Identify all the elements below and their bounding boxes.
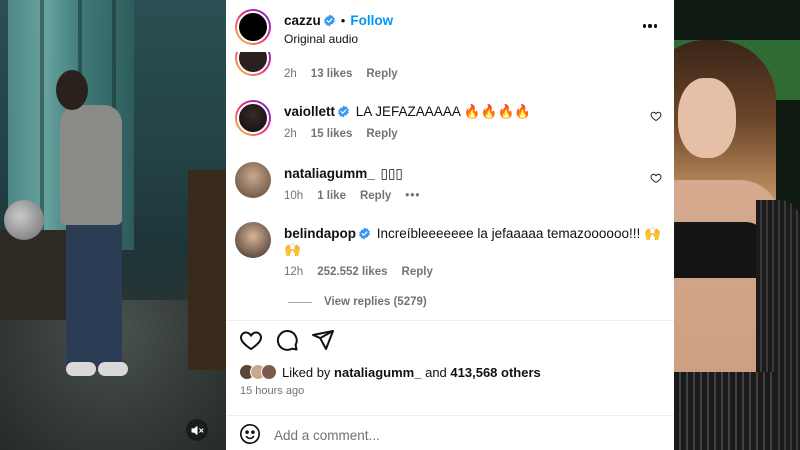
comment-meta: 12h 252.552 likes Reply: [284, 266, 433, 278]
chair: [0, 230, 70, 320]
comment-likes[interactable]: 1 like: [317, 190, 346, 202]
separator-dot: •: [340, 13, 346, 28]
author-line: cazzu • Follow: [284, 13, 393, 28]
liked-by-user[interactable]: nataliagumm_: [334, 365, 421, 380]
comment-time: 2h: [284, 128, 297, 140]
reply-button[interactable]: Reply: [366, 68, 397, 80]
kettle: [4, 200, 44, 240]
instagram-post-panel: cazzu • Follow Original audio 2h 13 like…: [226, 0, 674, 450]
person-legs: [66, 220, 122, 370]
comment-body: Increíbleeeeeee la jefaaaaa temazoooooo!…: [376, 226, 661, 241]
liked-by-summary: Liked by nataliagumm_ and 413,568 others: [239, 364, 541, 380]
author-avatar[interactable]: [235, 9, 271, 45]
comment-body-continued: 🙌: [284, 242, 301, 257]
comment-time: 10h: [284, 190, 304, 202]
comment-time: 12h: [284, 266, 304, 278]
reply-button[interactable]: Reply: [366, 128, 397, 140]
liked-by-text: Liked by nataliagumm_ and 413,568 others: [282, 365, 541, 380]
person-body: [60, 105, 122, 225]
comment-avatar[interactable]: [235, 162, 271, 198]
comment-more-button[interactable]: •••: [405, 190, 420, 202]
add-comment-row: [226, 415, 674, 450]
comment-text-line-2: 🙌: [284, 242, 301, 258]
person-head: [56, 70, 88, 110]
heart-icon[interactable]: [650, 110, 662, 122]
follow-button[interactable]: Follow: [350, 13, 393, 28]
comment-likes[interactable]: 252.552 likes: [317, 266, 387, 278]
face: [678, 78, 736, 158]
comment-text-line: vaiollett LA JEFAZAAAAA 🔥🔥🔥🔥: [284, 104, 531, 120]
wooden-cabinet: [188, 170, 226, 370]
heart-icon[interactable]: [650, 172, 662, 184]
emoji-icon[interactable]: [239, 423, 261, 445]
comment-meta: 10h 1 like Reply •••: [284, 190, 420, 202]
original-audio-link[interactable]: Original audio: [284, 32, 358, 46]
comment-avatar[interactable]: [235, 52, 271, 76]
mute-button[interactable]: [186, 419, 208, 441]
comment-meta: 2h 13 likes Reply: [284, 68, 398, 80]
heart-icon[interactable]: [239, 328, 263, 352]
likes-count[interactable]: 413,568 others: [450, 365, 540, 380]
view-replies-button[interactable]: View replies (5279): [288, 296, 427, 308]
comments-list[interactable]: 2h 13 likes Reply vaiollett LA JEFAZAAAA…: [226, 52, 674, 320]
liker-avatar: [261, 364, 277, 380]
mute-icon: [191, 425, 203, 435]
comment-body: LA JEFAZAAAAA 🔥🔥🔥🔥: [355, 104, 532, 119]
more-options-button[interactable]: [639, 16, 661, 36]
replies-divider: [288, 301, 312, 303]
shoe: [66, 362, 96, 376]
reply-button[interactable]: Reply: [360, 190, 391, 202]
verified-icon: [338, 105, 349, 118]
liked-by-and: and: [425, 364, 447, 380]
reel-video-frame[interactable]: [0, 0, 226, 450]
comment-avatar[interactable]: [235, 100, 271, 136]
more-icon: [642, 24, 646, 28]
comment-username[interactable]: belindapop: [284, 226, 356, 241]
posted-time[interactable]: 15 hours ago: [240, 385, 304, 397]
view-replies-label: View replies (5279): [324, 296, 427, 308]
comment-body: ▯▯▯: [380, 166, 403, 181]
comment-username[interactable]: nataliagumm_: [284, 166, 375, 181]
comment-time: 2h: [284, 68, 297, 80]
comment-meta: 2h 15 likes Reply: [284, 128, 398, 140]
comment-likes[interactable]: 15 likes: [311, 128, 353, 140]
verified-icon: [323, 14, 335, 27]
verified-icon: [359, 227, 370, 240]
post-header: cazzu • Follow Original audio: [226, 0, 674, 52]
comment-avatar[interactable]: [235, 222, 271, 258]
comment-text-line: belindapop Increíbleeeeeee la jefaaaaa t…: [284, 226, 661, 242]
comment-username[interactable]: vaiollett: [284, 104, 335, 119]
comment-likes[interactable]: 13 likes: [311, 68, 353, 80]
post-actions-section: Liked by nataliagumm_ and 413,568 others…: [226, 320, 674, 450]
author-username[interactable]: cazzu: [284, 13, 321, 28]
liked-by-prefix: Liked by: [282, 364, 331, 380]
add-comment-input[interactable]: [274, 424, 654, 446]
comment-icon[interactable]: [275, 328, 299, 352]
comment-text-line: nataliagumm_ ▯▯▯: [284, 166, 403, 182]
reply-button[interactable]: Reply: [402, 266, 433, 278]
shoe: [98, 362, 128, 376]
share-icon[interactable]: [311, 328, 335, 352]
